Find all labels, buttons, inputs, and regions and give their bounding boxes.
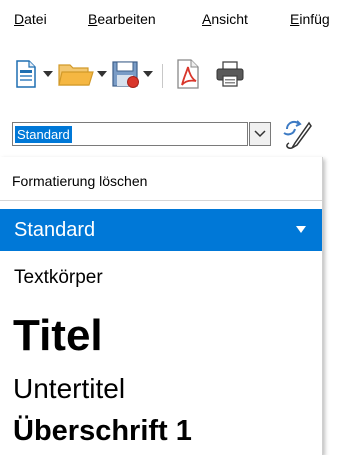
paragraph-style-row: Standard [0, 116, 337, 156]
menu-datei[interactable]: Datei [14, 11, 47, 27]
menu-einfuegen[interactable]: Einfüg [290, 11, 330, 27]
save-icon [112, 61, 139, 88]
new-document-dropdown[interactable] [42, 52, 54, 96]
standard-toolbar [0, 52, 337, 96]
menu-ansicht[interactable]: Ansicht [202, 11, 248, 27]
open-dropdown[interactable] [96, 52, 108, 96]
menu-bar: Datei Bearbeiten Ansicht Einfüg [0, 0, 337, 40]
style-item-titel[interactable]: Titel [0, 305, 322, 369]
chevron-down-icon [97, 71, 107, 77]
new-document-button[interactable] [10, 52, 42, 96]
style-item-untertitel[interactable]: Untertitel [0, 371, 322, 413]
open-button[interactable] [56, 52, 96, 96]
style-item-standard[interactable]: Standard [0, 209, 322, 251]
paragraph-style-combobox[interactable]: Standard [12, 122, 248, 146]
chevron-down-icon [254, 130, 266, 138]
toolbar-separator [162, 64, 163, 88]
style-item-textkoerper[interactable]: Textkörper [0, 261, 322, 301]
open-folder-icon [58, 64, 94, 86]
chevron-down-icon [143, 71, 153, 77]
new-document-icon [16, 60, 36, 88]
clear-formatting-item[interactable]: Formatierung löschen [0, 157, 322, 201]
update-style-button[interactable] [280, 116, 316, 152]
update-style-icon [283, 120, 312, 149]
paragraph-style-list: Formatierung löschen Standard Textkörper… [0, 157, 323, 455]
paragraph-style-dropdown-button[interactable] [249, 122, 271, 146]
print-icon [216, 61, 244, 87]
save-button[interactable] [110, 52, 142, 96]
export-pdf-button[interactable] [170, 52, 206, 96]
export-pdf-icon [177, 59, 199, 89]
save-dropdown[interactable] [142, 52, 154, 96]
chevron-down-icon [43, 71, 53, 77]
paragraph-style-value[interactable]: Standard [15, 126, 72, 143]
style-item-ueberschrift-1[interactable]: Überschrift 1 [0, 413, 322, 455]
menu-bearbeiten[interactable]: Bearbeiten [88, 11, 156, 27]
chevron-down-icon[interactable] [296, 226, 306, 233]
print-button[interactable] [212, 52, 248, 96]
